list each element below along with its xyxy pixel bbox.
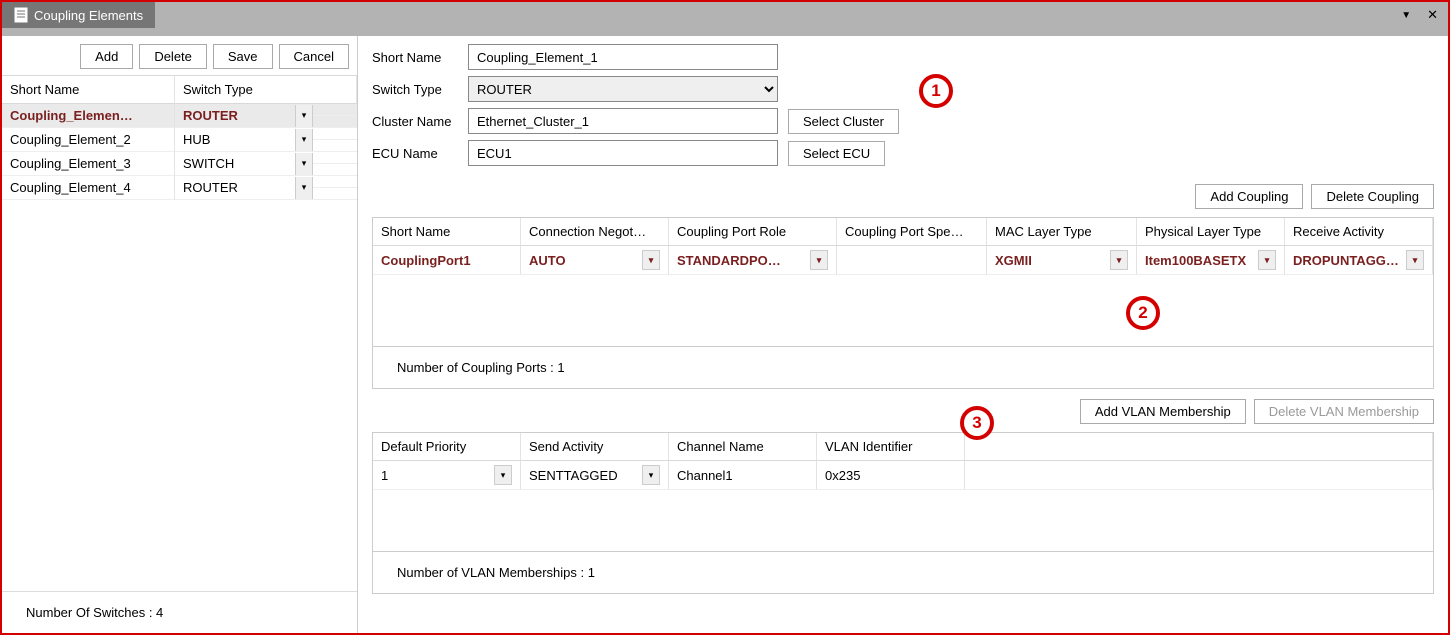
window-close-icon[interactable]: ✕ <box>1427 7 1438 23</box>
vlan-table: Default Priority Send Activity Channel N… <box>372 432 1434 552</box>
cell-send-act: SENTTAGGED <box>529 468 618 483</box>
table-row[interactable]: 1 ▾ SENTTAGGED ▾ Channel1 0x235 <box>373 461 1433 490</box>
col-def-prio[interactable]: Default Priority <box>373 433 521 461</box>
chevron-down-icon[interactable]: ▾ <box>295 153 313 175</box>
cell-short-name: Coupling_Element_4 <box>2 176 175 200</box>
list-item[interactable]: Coupling_Elemen… ROUTER▾ <box>2 104 357 128</box>
chevron-down-icon[interactable]: ▾ <box>295 105 313 127</box>
col-conn-negot[interactable]: Connection Negot… <box>521 218 669 246</box>
cell-recv-act: DROPUNTAGG… <box>1293 253 1399 268</box>
chevron-down-icon[interactable]: ▾ <box>1110 250 1128 270</box>
coupling-status: Number of Coupling Ports : 1 <box>373 346 1433 388</box>
label-cluster-name: Cluster Name <box>372 114 468 129</box>
window-title: Coupling Elements <box>34 8 143 23</box>
list-item[interactable]: Coupling_Element_3 SWITCH▾ <box>2 152 357 176</box>
add-vlan-button[interactable]: Add VLAN Membership <box>1080 399 1246 424</box>
cell-short-name: CouplingPort1 <box>381 253 471 268</box>
label-short-name: Short Name <box>372 50 468 65</box>
cell-chan-name: Channel1 <box>677 468 733 483</box>
ecu-name-input[interactable] <box>468 140 778 166</box>
cell-mac-layer: XGMII <box>995 253 1032 268</box>
list-item[interactable]: Coupling_Element_2 HUB▾ <box>2 128 357 152</box>
cell-vlan-id: 0x235 <box>825 468 860 483</box>
chevron-down-icon[interactable]: ▾ <box>295 129 313 151</box>
document-icon <box>14 7 28 23</box>
annotation-1: 1 <box>919 74 953 108</box>
cell-switch-type: ROUTER <box>175 176 295 199</box>
chevron-down-icon[interactable]: ▾ <box>295 177 313 199</box>
col-short-name[interactable]: Short Name <box>373 218 521 246</box>
list-item[interactable]: Coupling_Element_4 ROUTER▾ <box>2 176 357 200</box>
select-cluster-button[interactable]: Select Cluster <box>788 109 899 134</box>
elements-list-panel: Add Delete Save Cancel Short Name Switch… <box>2 36 358 633</box>
col-chan-name[interactable]: Channel Name <box>669 433 817 461</box>
annotation-2: 2 <box>1126 296 1160 330</box>
window-titlebar: Coupling Elements ▼ ✕ <box>2 2 1448 28</box>
save-button[interactable]: Save <box>213 44 273 69</box>
chevron-down-icon[interactable]: ▾ <box>642 250 660 270</box>
coupling-ports-table: Short Name Connection Negot… Coupling Po… <box>372 217 1434 389</box>
cell-port-role: STANDARDPO… <box>677 253 781 268</box>
cell-switch-type: ROUTER <box>175 104 295 127</box>
cluster-name-input[interactable] <box>468 108 778 134</box>
add-button[interactable]: Add <box>80 44 133 69</box>
table-row[interactable]: CouplingPort1 AUTO▾ STANDARDPO…▾ XGMII▾ … <box>373 246 1433 275</box>
delete-coupling-button[interactable]: Delete Coupling <box>1311 184 1434 209</box>
select-ecu-button[interactable]: Select ECU <box>788 141 885 166</box>
col-mac-layer[interactable]: MAC Layer Type <box>987 218 1137 246</box>
cell-switch-type: HUB <box>175 128 295 151</box>
window-menu-dropdown-icon[interactable]: ▼ <box>1401 10 1411 21</box>
title-tab: Coupling Elements <box>2 2 155 28</box>
col-recv-act[interactable]: Receive Activity <box>1285 218 1433 246</box>
cell-short-name: Coupling_Element_2 <box>2 128 175 152</box>
col-port-speed[interactable]: Coupling Port Spe… <box>837 218 987 246</box>
label-switch-type: Switch Type <box>372 82 468 97</box>
cell-switch-type: SWITCH <box>175 152 295 175</box>
elements-grid: Short Name Switch Type Coupling_Elemen… … <box>2 75 357 200</box>
cell-short-name: Coupling_Elemen… <box>2 104 175 128</box>
details-panel: Short Name Switch Type ROUTER Cluster Na… <box>358 36 1448 633</box>
cell-phys-layer: Item100BASETX <box>1145 253 1246 268</box>
delete-button[interactable]: Delete <box>139 44 207 69</box>
col-header-switch-type[interactable]: Switch Type <box>175 76 357 104</box>
short-name-input[interactable] <box>468 44 778 70</box>
chevron-down-icon[interactable]: ▾ <box>494 465 512 485</box>
col-header-short-name[interactable]: Short Name <box>2 76 175 104</box>
col-send-act[interactable]: Send Activity <box>521 433 669 461</box>
cell-short-name: Coupling_Element_3 <box>2 152 175 176</box>
col-vlan-id[interactable]: VLAN Identifier <box>817 433 965 461</box>
delete-vlan-button[interactable]: Delete VLAN Membership <box>1254 399 1434 424</box>
chevron-down-icon[interactable]: ▾ <box>810 250 828 270</box>
label-ecu-name: ECU Name <box>372 146 468 161</box>
cell-conn-negot: AUTO <box>529 253 566 268</box>
left-status: Number Of Switches : 4 <box>2 591 357 633</box>
chevron-down-icon[interactable]: ▾ <box>1406 250 1424 270</box>
annotation-3: 3 <box>960 406 994 440</box>
cancel-button[interactable]: Cancel <box>279 44 349 69</box>
col-port-role[interactable]: Coupling Port Role <box>669 218 837 246</box>
switch-type-select[interactable]: ROUTER <box>468 76 778 102</box>
chevron-down-icon[interactable]: ▾ <box>1258 250 1276 270</box>
chevron-down-icon[interactable]: ▾ <box>642 465 660 485</box>
add-coupling-button[interactable]: Add Coupling <box>1195 184 1303 209</box>
vlan-status: Number of VLAN Memberships : 1 <box>372 552 1434 594</box>
cell-def-prio: 1 <box>381 468 388 483</box>
col-phys-layer[interactable]: Physical Layer Type <box>1137 218 1285 246</box>
